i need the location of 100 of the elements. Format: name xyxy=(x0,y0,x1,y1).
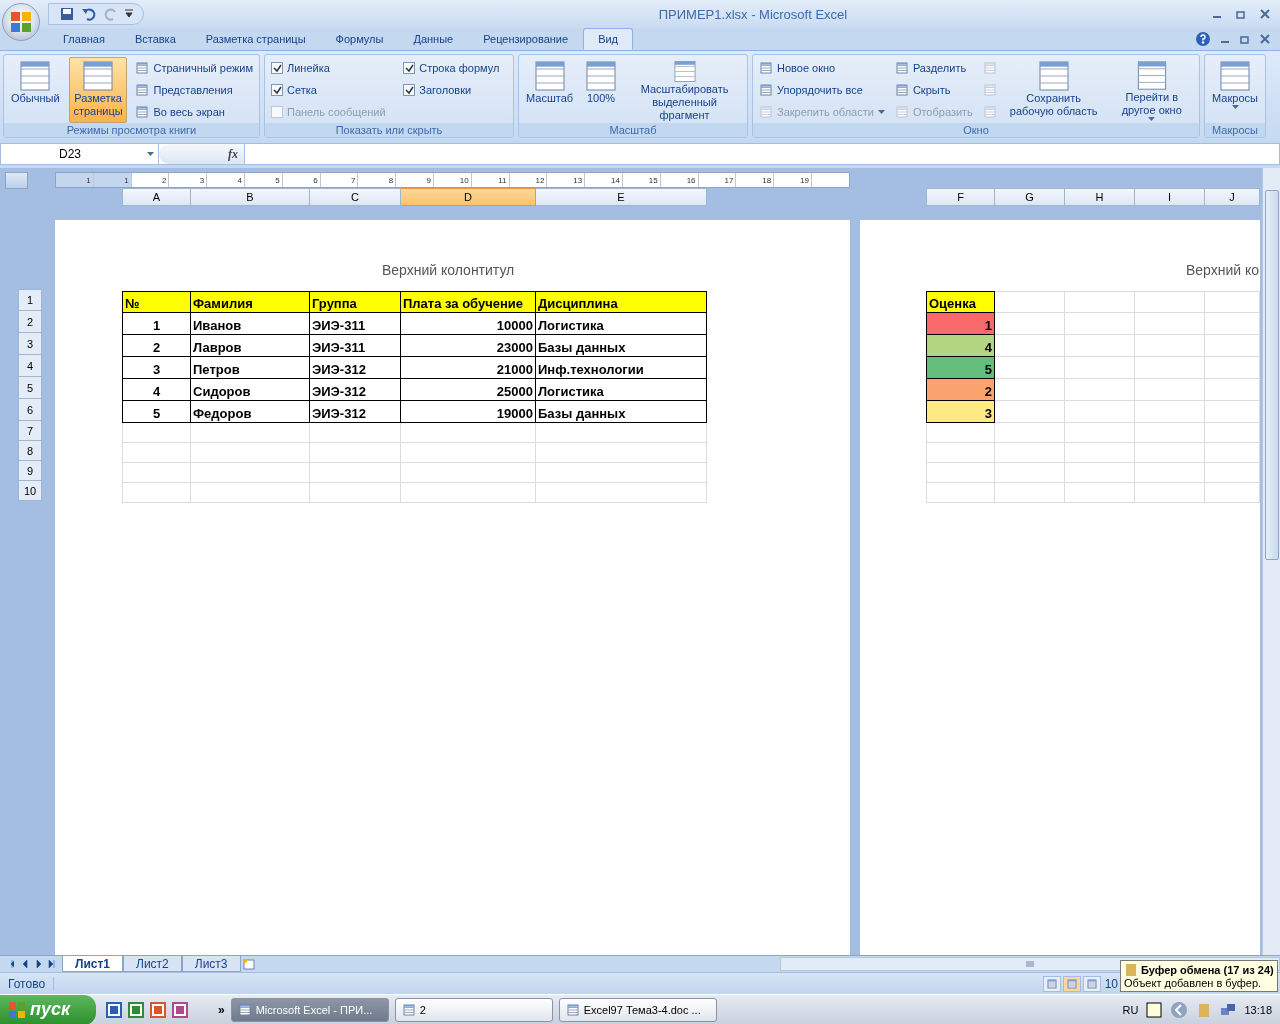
table-cell: Сидоров xyxy=(191,379,310,401)
app-icon[interactable] xyxy=(150,1001,166,1018)
vertical-scrollbar[interactable] xyxy=(1262,168,1280,955)
row-header[interactable]: 4 xyxy=(18,355,42,377)
column-header[interactable]: A xyxy=(122,188,191,206)
row-header[interactable]: 8 xyxy=(18,441,42,461)
ribbon-button[interactable]: Во весь экран xyxy=(133,101,255,123)
close-icon[interactable] xyxy=(1260,34,1270,44)
undo-icon[interactable] xyxy=(81,6,97,22)
ribbon-tab[interactable]: Разметка страницы xyxy=(190,28,321,50)
sheet-tab[interactable]: Лист1 xyxy=(62,956,124,972)
empty-cell xyxy=(1135,463,1205,483)
clock: 13:18 xyxy=(1244,1003,1272,1016)
checkbox[interactable]: Заголовки xyxy=(401,79,509,101)
ribbon-button[interactable]: Перейти в другое окно xyxy=(1108,57,1195,123)
sheet-icon xyxy=(759,105,773,119)
close-icon[interactable] xyxy=(1260,9,1270,19)
ribbon-button[interactable]: Макросы xyxy=(1209,57,1261,123)
select-all-button[interactable] xyxy=(5,172,28,189)
column-header[interactable]: G xyxy=(995,188,1065,206)
column-header[interactable]: I xyxy=(1135,188,1205,206)
column-header[interactable]: F xyxy=(926,188,995,206)
language-indicator[interactable]: RU xyxy=(1122,1003,1139,1016)
sheet-icon xyxy=(1219,60,1251,92)
row-header[interactable]: 6 xyxy=(18,399,42,421)
customize-icon[interactable] xyxy=(125,9,133,19)
header-cell: Дисциплина xyxy=(536,291,707,313)
empty-cell xyxy=(1065,463,1135,483)
row-header[interactable]: 5 xyxy=(18,377,42,399)
row-header[interactable]: 2 xyxy=(18,311,42,333)
ribbon-button[interactable]: Представления xyxy=(133,79,255,101)
table-cell: Федоров xyxy=(191,401,310,423)
ribbon-button[interactable]: Масштабировать выделенный фрагмент xyxy=(626,57,743,123)
table-cell: 19000 xyxy=(401,401,536,423)
save-icon[interactable] xyxy=(59,6,75,22)
table-cell: 4 xyxy=(122,379,191,401)
sheet-tab[interactable]: Лист2 xyxy=(123,956,182,972)
nav-arrow-icon[interactable] xyxy=(48,959,56,969)
network-icon[interactable] xyxy=(1220,1001,1237,1018)
empty-cell xyxy=(1065,483,1135,503)
more-button[interactable]: » xyxy=(218,1002,225,1017)
app-icon[interactable] xyxy=(128,1001,144,1018)
ribbon-button[interactable]: Масштаб xyxy=(523,57,577,123)
row-header[interactable]: 1 xyxy=(18,289,42,311)
ribbon-button[interactable]: Разделить xyxy=(892,57,975,79)
empty-cell xyxy=(1205,483,1260,503)
checkbox[interactable]: Сетка xyxy=(269,79,396,101)
status-text: Готово xyxy=(0,976,55,991)
check-icon xyxy=(272,63,282,73)
table-cell: Инф.технологии xyxy=(536,357,707,379)
table-cell: Иванов xyxy=(191,313,310,335)
app-icon[interactable] xyxy=(172,1001,188,1018)
taskbar-button[interactable]: Microsoft Excel - ПРИ... xyxy=(230,997,389,1022)
table-cell: Петров xyxy=(191,357,310,379)
ribbon-button[interactable]: Новое окно xyxy=(757,57,887,79)
sheet-tab[interactable]: Лист3 xyxy=(181,956,241,972)
ribbon-button[interactable]: Сохранить рабочую область xyxy=(1004,57,1103,123)
caret-icon xyxy=(1231,105,1239,110)
row-header[interactable]: 9 xyxy=(18,461,42,481)
taskbar-button[interactable]: 2 xyxy=(394,997,553,1022)
windows-flag-icon xyxy=(8,1000,26,1019)
header-cell: Фамилия xyxy=(191,291,310,313)
ribbon-tab[interactable]: Вставка xyxy=(119,28,191,50)
ribbon-button[interactable]: Страничный режим xyxy=(133,57,255,79)
ribbon-tab[interactable]: Данные xyxy=(398,28,469,50)
view-button[interactable] xyxy=(1042,975,1061,992)
column-header[interactable]: J xyxy=(1205,188,1260,206)
column-header[interactable]: E xyxy=(536,188,707,206)
ribbon-tab[interactable]: Вид xyxy=(583,28,634,50)
ribbon-button[interactable]: Разметка страницы xyxy=(68,57,128,123)
taskbar-button[interactable]: Excel97 Тема3-4.doc ... xyxy=(558,997,717,1022)
checkbox[interactable]: Линейка xyxy=(269,57,396,79)
ribbon-button[interactable]: Скрыть xyxy=(892,79,975,101)
column-header[interactable]: C xyxy=(310,188,401,206)
restore-icon[interactable] xyxy=(1240,34,1250,44)
view-button[interactable] xyxy=(1082,975,1101,992)
column-header[interactable]: D xyxy=(401,188,536,206)
ribbon-tab[interactable]: Формулы xyxy=(320,28,399,50)
insert-sheet-icon[interactable] xyxy=(240,958,257,970)
column-header[interactable]: H xyxy=(1065,188,1135,206)
ribbon-tab[interactable]: Рецензирование xyxy=(468,28,584,50)
row-header[interactable]: 10 xyxy=(18,481,42,501)
empty-cell xyxy=(1205,443,1260,463)
app-icon[interactable] xyxy=(106,1001,122,1018)
ribbon-button[interactable]: 100% xyxy=(582,57,621,123)
sheet-icon xyxy=(19,60,52,92)
sheet-icon xyxy=(894,105,909,119)
ribbon-tab[interactable]: Главная xyxy=(48,28,120,50)
row-header[interactable]: 3 xyxy=(18,333,42,355)
row-header[interactable]: 7 xyxy=(18,421,42,441)
empty-cell xyxy=(1135,483,1205,503)
checkbox[interactable]: Строка формул xyxy=(401,57,509,79)
column-header[interactable]: B xyxy=(191,188,310,206)
ribbon-button[interactable]: Обычный xyxy=(8,57,63,123)
restore-icon[interactable] xyxy=(1236,9,1246,19)
ribbon-button[interactable]: Упорядочить все xyxy=(757,79,887,101)
view-button[interactable] xyxy=(1062,975,1081,992)
header-cell: № xyxy=(122,291,191,313)
office-button[interactable] xyxy=(2,3,40,41)
chevron-icon[interactable] xyxy=(1170,1000,1189,1019)
